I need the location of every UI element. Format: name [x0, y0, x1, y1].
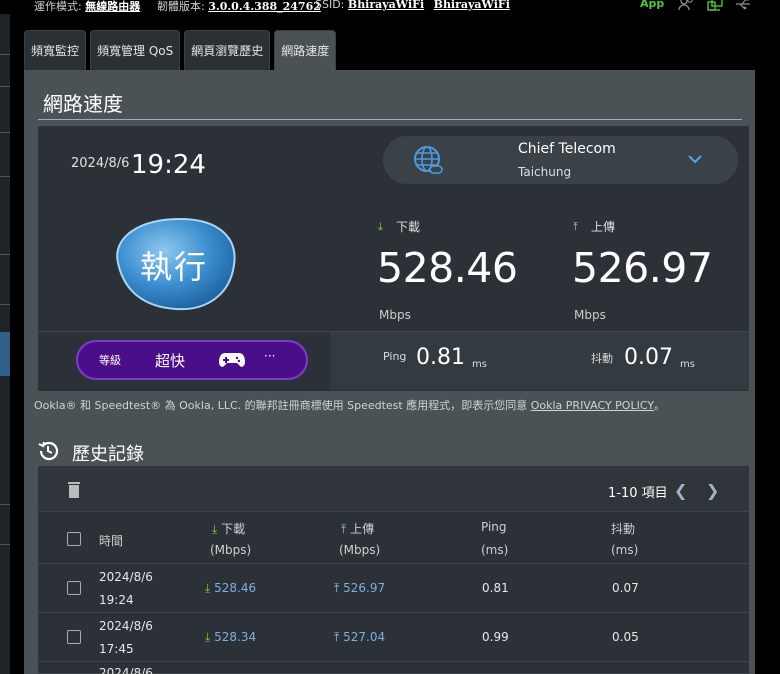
- row-upload: ⤒ 526.97: [334, 581, 385, 596]
- ssid-link-1[interactable]: BhirayaWiFi: [348, 0, 424, 11]
- ping-label: Ping: [383, 350, 407, 363]
- row-time: 17:45: [99, 642, 134, 656]
- download-unit: Mbps: [379, 308, 411, 322]
- app-link[interactable]: App: [640, 0, 664, 10]
- devices-icon[interactable]: [706, 0, 724, 12]
- ssid-link-2[interactable]: BhirayaWiFi: [434, 0, 510, 11]
- usb-icon[interactable]: [734, 0, 752, 12]
- upload-unit: Mbps: [574, 308, 606, 322]
- col-download-unit: (Mbps): [210, 543, 252, 557]
- row-download-value: 528.46: [214, 581, 257, 595]
- history-icon: [38, 441, 59, 461]
- tab-bandwidth-monitor[interactable]: 頻寬監控: [24, 30, 87, 70]
- grade-label: 等級: [99, 354, 121, 367]
- sidebar-edge: [0, 14, 10, 674]
- jitter-label: 抖動: [591, 352, 613, 365]
- download-label: 下載: [396, 220, 421, 234]
- jitter-value: 0.07: [624, 345, 673, 370]
- ookla-disclaimer: Ookla® 和 Speedtest® 為 Ookla, LLC. 的聯邦註冊商…: [34, 397, 665, 413]
- trash-icon[interactable]: [67, 481, 81, 499]
- download-col-icon: ⤓: [212, 522, 218, 536]
- prev-page-button[interactable]: ❮: [674, 481, 687, 500]
- page-title: 網路速度: [43, 92, 123, 116]
- col-upload-unit: (Mbps): [339, 543, 381, 557]
- upload-label: 上傳: [591, 220, 616, 234]
- col-download[interactable]: ⤓ 下載: [212, 520, 245, 537]
- download-value: 528.46: [377, 244, 518, 292]
- privacy-policy-link[interactable]: Ookla PRIVACY POLICY: [531, 399, 654, 412]
- col-upload-label: 上傳: [350, 522, 375, 536]
- tab-bar: 頻寬監控 頻寬管理 QoS 網頁瀏覽歷史 網路速度: [24, 30, 337, 70]
- row-upload-value: 526.97: [343, 581, 386, 595]
- more-options-button[interactable]: ···: [264, 349, 275, 363]
- row-download-value: 528.34: [214, 630, 257, 644]
- history-title: 歷史記錄: [72, 444, 144, 465]
- row-download: ⤓ 528.34: [205, 630, 256, 645]
- ping-value: 0.81: [416, 345, 465, 370]
- sidebar-active-item[interactable]: [0, 332, 10, 376]
- grade-value: 超快: [155, 352, 186, 370]
- row-upload: ⤒ 527.04: [334, 630, 385, 645]
- globe-icon: [414, 146, 443, 174]
- row-ping: 0.81: [482, 581, 509, 595]
- tab-network-speed[interactable]: 網路速度: [274, 30, 337, 70]
- row-checkbox[interactable]: [67, 581, 81, 595]
- download-arrow-icon: ⤓: [205, 630, 211, 644]
- next-page-button[interactable]: ❯: [706, 481, 719, 500]
- col-upload[interactable]: ⤒ 上傳: [341, 520, 374, 537]
- firmware-label: 韌體版本:: [157, 0, 205, 13]
- upload-col-icon: ⤒: [341, 522, 347, 536]
- server-name: Chief Telecom: [518, 141, 616, 157]
- pagination-range: 1-10 項目: [608, 486, 668, 501]
- select-all-checkbox[interactable]: [67, 532, 81, 546]
- row-jitter: 0.07: [612, 581, 639, 595]
- top-status-bar: 運作模式: 無線路由器 韌體版本: 3.0.0.4.388_24762 SSID…: [0, 0, 780, 14]
- server-city: Taichung: [518, 165, 572, 179]
- upload-arrow-icon: ⤒: [334, 581, 340, 595]
- ssid-label: SSID:: [315, 0, 345, 11]
- col-jitter[interactable]: 抖動: [611, 520, 635, 537]
- disclaimer-suffix: 。: [654, 399, 666, 412]
- upload-value: 526.97: [572, 244, 713, 292]
- row-date: 2024/8/6: [99, 619, 153, 633]
- col-download-label: 下載: [221, 522, 246, 536]
- download-arrow-icon: ⤓: [378, 220, 383, 233]
- run-label[interactable]: 執行: [140, 242, 208, 288]
- row-upload-value: 527.04: [343, 630, 386, 644]
- download-arrow-icon: ⤓: [205, 581, 211, 595]
- mode-label: 運作模式:: [34, 0, 82, 13]
- row-date: 2024/8/6: [99, 570, 153, 584]
- firmware-value-link[interactable]: 3.0.0.4.388_24762: [208, 0, 321, 13]
- row-date: 2024/8/6: [99, 666, 153, 674]
- col-ping-unit: (ms): [481, 543, 509, 557]
- tab-web-history[interactable]: 網頁瀏覽歷史: [184, 30, 271, 70]
- disclaimer-text: Ookla® 和 Speedtest® 為 Ookla, LLC. 的聯邦註冊商…: [34, 399, 531, 412]
- upload-arrow-icon: ⤒: [573, 220, 578, 233]
- test-time: 19:24: [131, 150, 206, 180]
- row-jitter: 0.05: [612, 630, 639, 644]
- col-time[interactable]: 時間: [99, 532, 123, 549]
- row-download: ⤓ 528.46: [205, 581, 256, 596]
- table-header: [38, 512, 749, 564]
- upload-arrow-icon: ⤒: [334, 630, 340, 644]
- col-jitter-unit: (ms): [611, 543, 639, 557]
- test-date: 2024/8/6: [71, 156, 130, 171]
- mode-value-link[interactable]: 無線路由器: [85, 0, 140, 13]
- chevron-down-icon[interactable]: [686, 152, 704, 166]
- row-time: 19:24: [99, 593, 134, 607]
- gamepad-icon: [219, 353, 245, 367]
- row-checkbox[interactable]: [67, 630, 81, 644]
- title-underline: [38, 119, 742, 120]
- row-ping: 0.99: [482, 630, 509, 644]
- col-ping[interactable]: Ping: [481, 520, 507, 534]
- tab-qos[interactable]: 頻寬管理 QoS: [90, 30, 181, 70]
- users-icon[interactable]: [677, 0, 695, 12]
- ping-unit: ms: [472, 359, 487, 370]
- jitter-unit: ms: [680, 359, 695, 370]
